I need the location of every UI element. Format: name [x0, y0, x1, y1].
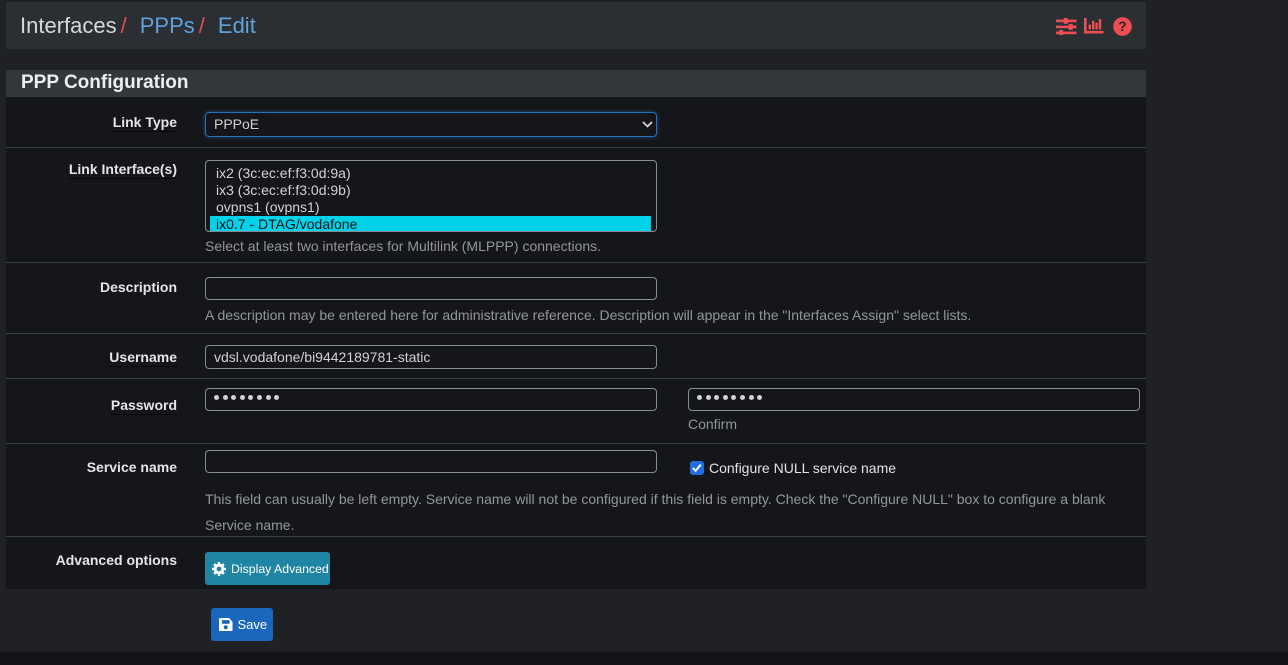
svg-text:?: ?: [1118, 19, 1126, 34]
